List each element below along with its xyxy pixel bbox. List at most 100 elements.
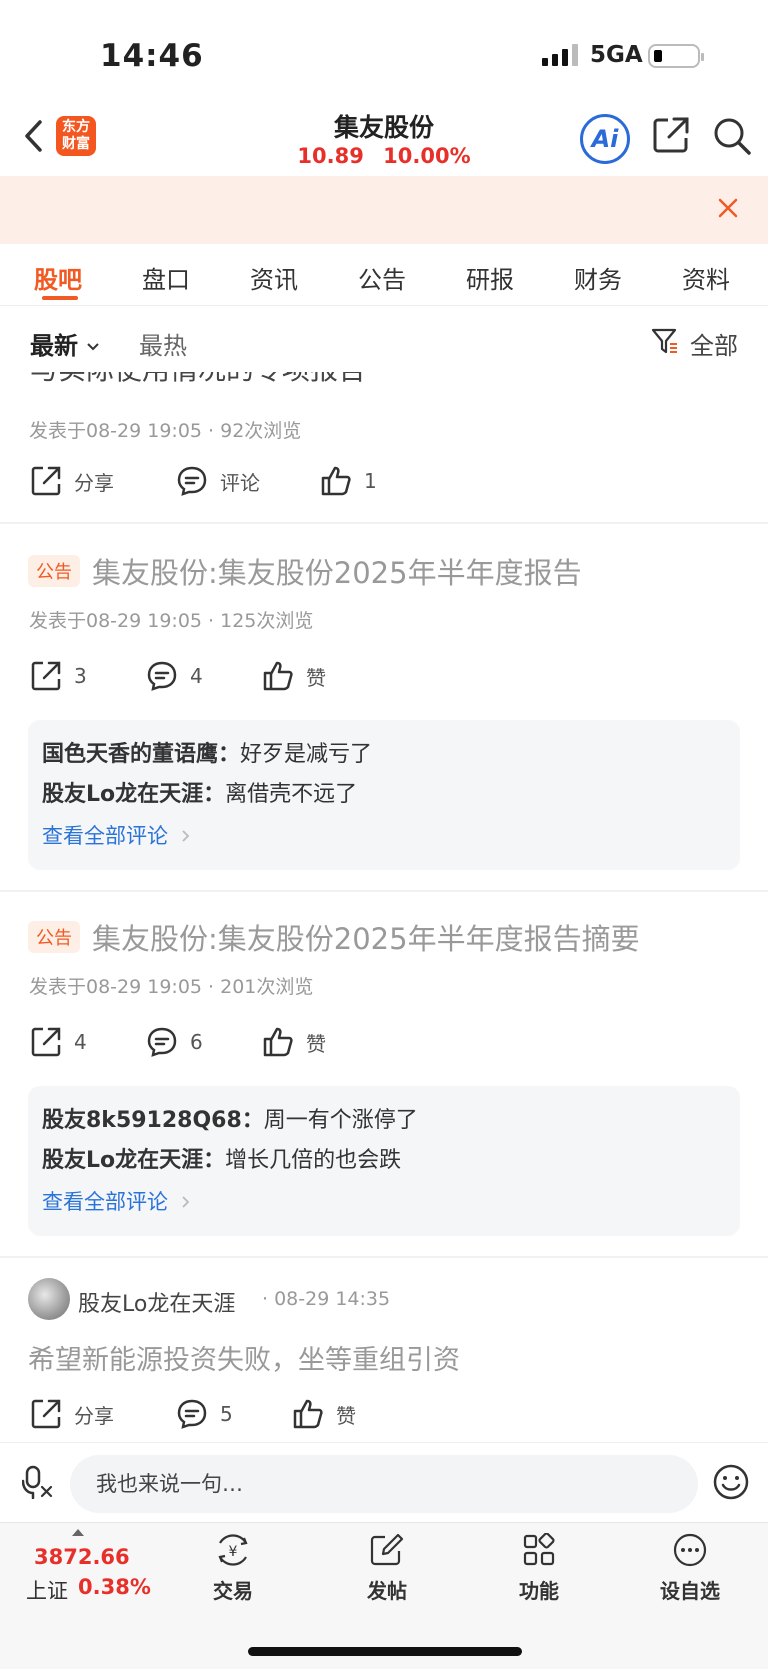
thumbs-up-icon <box>263 1027 293 1057</box>
like-button[interactable]: 赞 <box>262 660 326 692</box>
ai-assistant-button[interactable]: Ai <box>580 114 630 164</box>
comment-user: 股友8k59128Q68： <box>42 1108 264 1133</box>
comment-text: 周一有个涨停了 <box>263 1108 418 1133</box>
comment-item: 国色天香的董语鹰：好歹是减亏了 <box>42 736 372 768</box>
share-icon <box>31 1399 61 1429</box>
status-bar: 14:46 5GA <box>0 0 768 100</box>
thumbs-up-icon <box>321 466 351 496</box>
tab-news[interactable]: 资讯 <box>250 260 298 295</box>
more-icon <box>673 1533 707 1567</box>
comment-user: 股友Lo龙在天涯： <box>42 1148 226 1173</box>
view-all-comments-label: 查看全部评论 <box>42 1190 168 1214</box>
home-indicator[interactable] <box>248 1647 522 1656</box>
like-button[interactable]: 赞 <box>292 1398 356 1430</box>
nav-functions[interactable]: 功能 <box>499 1532 579 1604</box>
share-icon <box>31 661 61 691</box>
share-icon[interactable] <box>652 116 690 154</box>
nav-add-watchlist[interactable]: 设自选 <box>650 1533 730 1604</box>
status-time: 14:46 <box>100 38 204 74</box>
comment-text: 好歹是减亏了 <box>240 742 373 767</box>
thumbs-up-icon <box>263 661 293 691</box>
comment-item: 股友8k59128Q68：周一有个涨停了 <box>42 1102 418 1134</box>
comment-count: 4 <box>190 664 203 688</box>
filter-all[interactable]: 全部 <box>690 326 738 361</box>
nav-trade[interactable]: ¥ 交易 <box>193 1533 273 1604</box>
post-title[interactable]: 公告 集友股份:集友股份2025年半年度报告 <box>28 550 582 592</box>
share-button[interactable]: 分享 <box>30 1398 114 1430</box>
post-title-text: 集友股份:集友股份2025年半年度报告摘要 <box>92 922 640 956</box>
view-all-comments-link[interactable]: 查看全部评论 <box>42 1186 191 1216</box>
close-icon[interactable] <box>716 196 740 220</box>
comment-button[interactable]: 评论 <box>176 465 260 497</box>
divider <box>0 522 768 524</box>
post-author[interactable]: 股友Lo龙在天涯 <box>78 1286 235 1318</box>
sort-latest-label: 最新 <box>30 332 78 360</box>
voice-input-icon[interactable] <box>22 1465 54 1499</box>
comment-count: 5 <box>220 1402 233 1426</box>
post-text[interactable]: 希望新能源投资失败，坐等重组引资 <box>28 1338 460 1377</box>
like-label: 赞 <box>336 1403 356 1428</box>
grid-icon <box>523 1532 555 1566</box>
comment-preview[interactable]: 国色天香的董语鹰：好歹是减亏了 股友Lo龙在天涯：离借壳不远了 查看全部评论 <box>28 720 740 870</box>
nav-post[interactable]: 发帖 <box>347 1533 427 1604</box>
nav-functions-label: 功能 <box>519 1579 559 1603</box>
like-button[interactable]: 1 <box>320 465 377 497</box>
like-count: 1 <box>364 469 377 493</box>
share-count: 3 <box>74 664 87 688</box>
share-button[interactable]: 4 <box>30 1026 87 1058</box>
tab-profile[interactable]: 资料 <box>682 260 730 295</box>
divider <box>0 890 768 892</box>
comment-button[interactable]: 6 <box>146 1026 203 1058</box>
like-label: 赞 <box>306 1031 326 1056</box>
nav-post-label: 发帖 <box>367 1579 407 1603</box>
post-title[interactable]: 公告 集友股份:集友股份2025年半年度报告摘要 <box>28 916 640 958</box>
share-label: 分享 <box>74 470 114 495</box>
chevron-down-icon <box>87 343 100 351</box>
comment-button[interactable]: 4 <box>146 660 203 692</box>
edit-icon <box>370 1533 404 1566</box>
caret-up-icon <box>72 1529 84 1536</box>
post-meta: 发表于08-29 19:05 · 201次浏览 <box>29 976 314 998</box>
search-icon[interactable] <box>712 116 752 156</box>
comment-item: 股友Lo龙在天涯：增长几倍的也会跌 <box>42 1142 401 1174</box>
emoji-icon[interactable] <box>712 1463 750 1501</box>
comment-icon <box>177 1399 207 1429</box>
like-button[interactable]: 赞 <box>262 1026 326 1058</box>
battery-icon <box>648 44 704 68</box>
comment-input-bar: 我也来说一句… <box>0 1442 768 1522</box>
divider <box>0 1256 768 1258</box>
share-button[interactable]: 3 <box>30 660 87 692</box>
promo-banner[interactable] <box>0 176 768 244</box>
network-label: 5GA <box>590 42 643 68</box>
nav-add-watchlist-label: 设自选 <box>660 1579 720 1603</box>
post-actions: 3 4 赞 <box>30 660 730 696</box>
share-button[interactable]: 分享 <box>30 465 114 497</box>
tab-research[interactable]: 研报 <box>466 260 514 295</box>
tab-finance[interactable]: 财务 <box>574 260 622 295</box>
index-name: 上证 <box>26 1579 68 1603</box>
post-actions: 分享 5 赞 <box>30 1398 730 1434</box>
comment-icon <box>147 1027 177 1057</box>
tab-guba[interactable]: 股吧 <box>34 260 82 295</box>
comment-input[interactable]: 我也来说一句… <box>70 1455 698 1513</box>
filter-icon[interactable] <box>650 326 680 356</box>
comment-user: 股友Lo龙在天涯： <box>42 782 226 807</box>
avatar[interactable] <box>28 1278 70 1320</box>
comment-button[interactable]: 5 <box>176 1398 233 1430</box>
sort-latest-dropdown[interactable]: 最新 <box>30 326 100 361</box>
post-actions: 4 6 赞 <box>30 1026 730 1062</box>
post-meta: 发表于08-29 19:05 · 125次浏览 <box>29 610 314 632</box>
comment-icon <box>177 466 207 496</box>
comment-text: 离借壳不远了 <box>225 782 358 807</box>
index-value: 3872.66 <box>34 1545 130 1569</box>
sort-hot[interactable]: 最热 <box>139 326 187 361</box>
chevron-right-icon <box>182 830 189 842</box>
comment-item: 股友Lo龙在天涯：离借壳不远了 <box>42 776 357 808</box>
comment-preview[interactable]: 股友8k59128Q68：周一有个涨停了 股友Lo龙在天涯：增长几倍的也会跌 查… <box>28 1086 740 1236</box>
tab-active-indicator <box>42 296 78 300</box>
stock-header: 东方 财富 集友股份 10.89 10.00% Ai <box>0 100 768 176</box>
tab-pankou[interactable]: 盘口 <box>142 260 190 295</box>
comment-count: 6 <box>190 1030 203 1054</box>
view-all-comments-link[interactable]: 查看全部评论 <box>42 820 191 850</box>
tab-announcements[interactable]: 公告 <box>358 260 406 295</box>
